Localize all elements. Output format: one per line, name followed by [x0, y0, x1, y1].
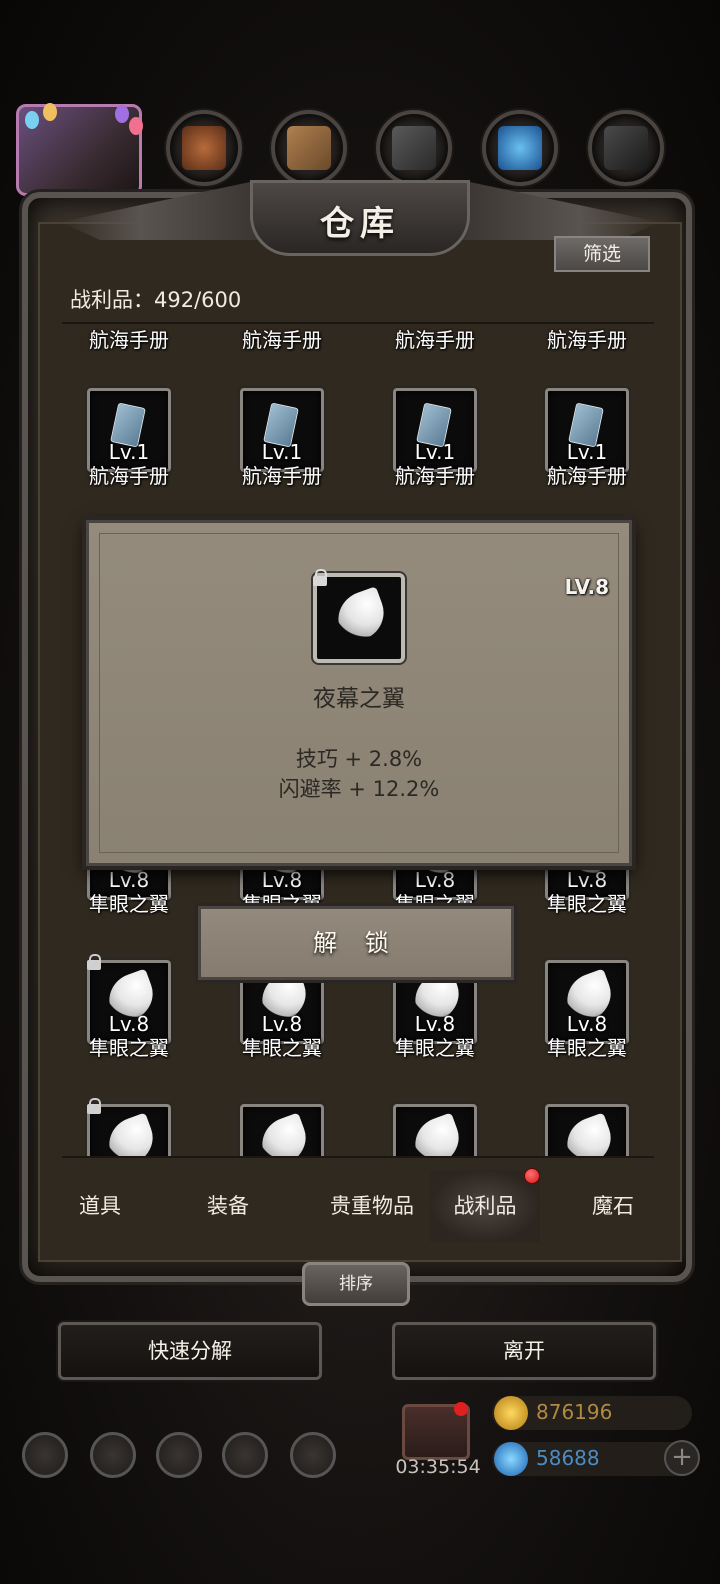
item-slot[interactable] [240, 1104, 324, 1156]
sort-button[interactable]: 排序 [302, 1262, 410, 1306]
lock-icon [86, 1098, 102, 1114]
grid-item[interactable] [62, 1098, 212, 1156]
grid-item[interactable]: 航海手册 [215, 324, 365, 372]
page-title: 仓库 [320, 204, 400, 244]
grid-item[interactable]: Lv.1 航海手册 [368, 388, 518, 508]
category-tabs: 道具 装备 贵重物品 战利品 魔石 [56, 1170, 666, 1242]
notification-badge [454, 1402, 468, 1416]
lock-icon [86, 954, 102, 970]
item-name: 航海手册 [242, 328, 322, 352]
avatar[interactable] [16, 103, 143, 196]
plus-icon[interactable]: + [664, 1440, 700, 1476]
gem-icon [494, 1442, 528, 1476]
item-name: 隼眼之翼 [547, 892, 627, 916]
item-detail-popup: LV.8 夜幕之翼 技巧 + 2.8% 闪避率 + 12.2% [86, 520, 632, 866]
wing-icon [254, 1112, 314, 1156]
grid-item[interactable]: Lv.1 航海手册 [62, 388, 212, 508]
lock-icon [311, 569, 329, 587]
popup-stat-line: 技巧 + 2.8% [295, 747, 423, 771]
item-name: 航海手册 [89, 328, 169, 352]
balloon-icon [43, 103, 57, 121]
popup-item-level: LV.8 [564, 575, 609, 599]
grid-item[interactable] [520, 1104, 654, 1156]
item-name: 隼眼之翼 [395, 1036, 475, 1060]
item-name: 航海手册 [395, 464, 475, 488]
mail-icon[interactable] [222, 1432, 268, 1478]
popup-stat-line: 闪避率 + 12.2% [278, 777, 440, 801]
star-icon[interactable] [90, 1432, 136, 1478]
grid-item[interactable]: 航海手册 [62, 324, 212, 372]
hero-slot-icon[interactable] [376, 110, 452, 186]
item-count: 战利品：492/600 [70, 288, 242, 312]
item-name: 航海手册 [547, 464, 627, 488]
balloon-icon [25, 111, 39, 129]
item-name: 隼眼之翼 [89, 892, 169, 916]
castle-icon[interactable] [156, 1432, 202, 1478]
balloon-icon [129, 117, 143, 135]
tab-valuables[interactable]: 贵重物品 [302, 1170, 442, 1242]
tab-equipment[interactable]: 装备 [178, 1170, 278, 1242]
popup-item-name: 夜幕之翼 [313, 686, 405, 712]
wing-icon [559, 1112, 619, 1156]
map-icon[interactable] [290, 1432, 336, 1478]
item-name: 航海手册 [89, 464, 169, 488]
divider [62, 1156, 654, 1158]
item-name: 航海手册 [242, 464, 322, 488]
filter-button[interactable]: 筛选 [554, 236, 650, 272]
balloon-icon [115, 105, 129, 123]
hero-slot-icon[interactable] [271, 110, 347, 186]
gem-amount: 58688 [536, 1446, 600, 1470]
unlock-button[interactable]: 解 锁 [198, 906, 514, 980]
grid-item[interactable] [215, 1104, 365, 1156]
grid-item[interactable]: 航海手册 [520, 324, 654, 372]
hero-slot-icon[interactable] [166, 110, 242, 186]
tab-loot[interactable]: 战利品 [430, 1170, 540, 1242]
tab-magic-stones[interactable]: 魔石 [566, 1170, 660, 1242]
grid-item[interactable]: Lv.1 航海手册 [215, 388, 365, 508]
wing-icon [330, 586, 392, 646]
grid-item[interactable]: Lv.1 航海手册 [520, 388, 654, 508]
wing-icon [101, 1112, 161, 1156]
gold-amount: 876196 [536, 1400, 613, 1424]
item-name: 航海手册 [547, 328, 627, 352]
grid-item[interactable]: 航海手册 [368, 324, 518, 372]
gold-coin-icon [494, 1396, 528, 1430]
tab-items[interactable]: 道具 [56, 1170, 144, 1242]
grid-item[interactable]: Lv.8 隼眼之翼 [520, 960, 654, 1080]
gift-timer: 03:35:54 [395, 1456, 481, 1478]
item-slot[interactable] [545, 1104, 629, 1156]
hero-slot-icon[interactable] [482, 110, 558, 186]
hero-slot-icon[interactable] [588, 110, 664, 186]
grid-item[interactable] [368, 1104, 518, 1156]
notification-badge [524, 1168, 540, 1184]
settings-icon[interactable] [22, 1432, 68, 1478]
item-name: 航海手册 [395, 328, 475, 352]
item-name: 隼眼之翼 [89, 1036, 169, 1060]
item-slot[interactable] [393, 1104, 477, 1156]
item-name: 隼眼之翼 [547, 1036, 627, 1060]
item-name: 隼眼之翼 [242, 1036, 322, 1060]
grid-item[interactable]: Lv.8 隼眼之翼 [62, 954, 212, 1080]
leave-button[interactable]: 离开 [392, 1322, 656, 1380]
quick-decompose-button[interactable]: 快速分解 [58, 1322, 322, 1380]
wing-icon [407, 1112, 467, 1156]
